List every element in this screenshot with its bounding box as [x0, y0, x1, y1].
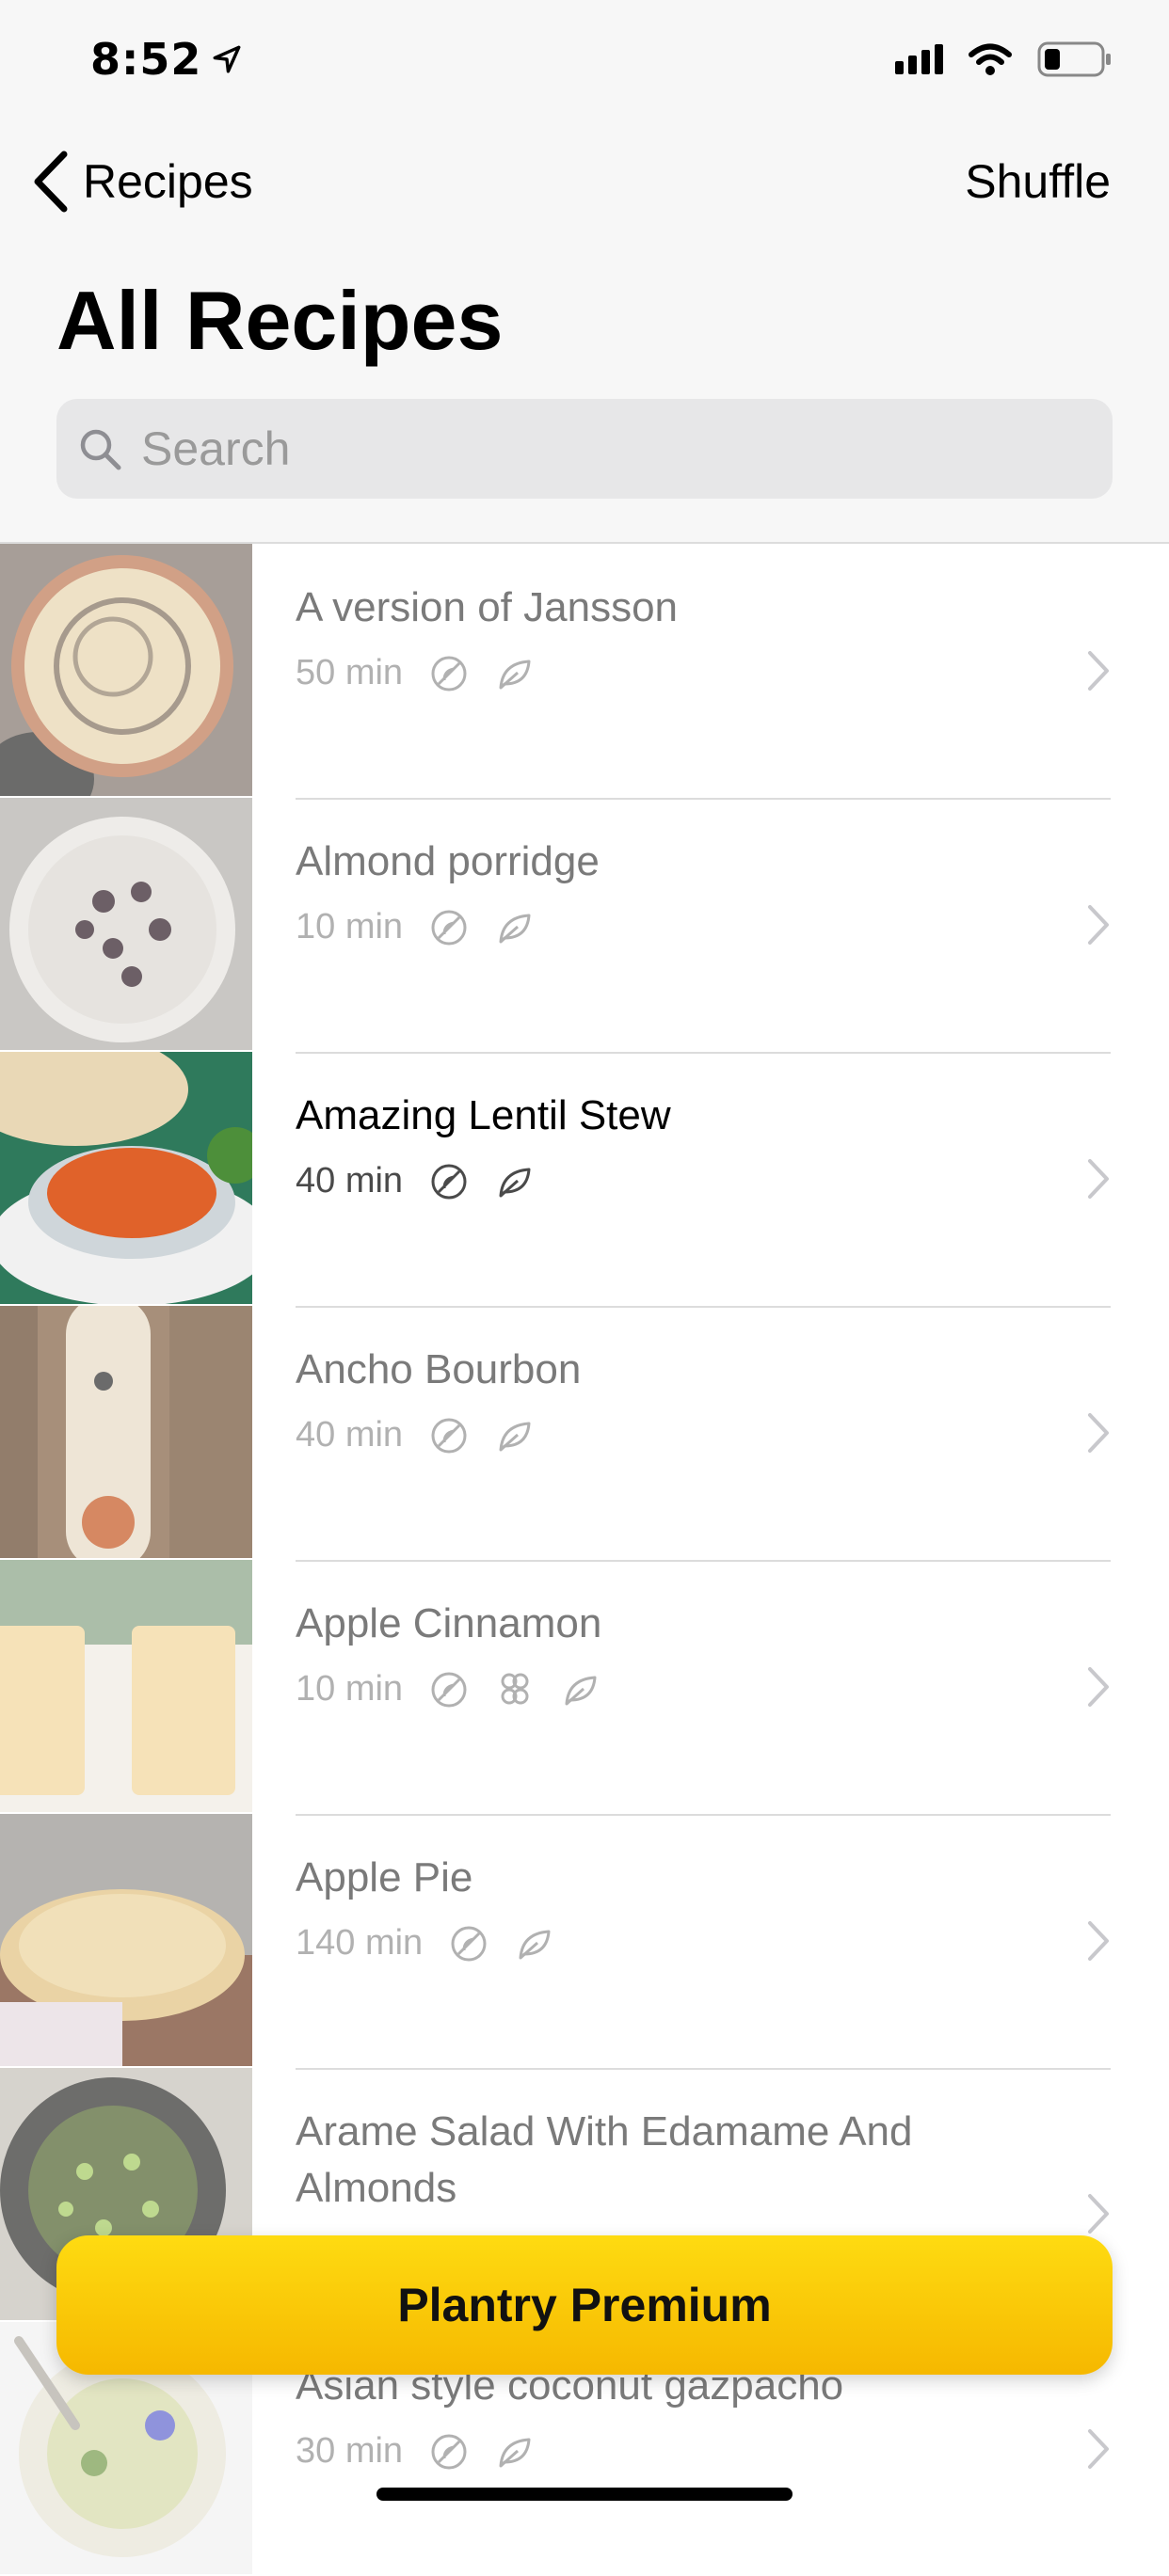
vegan-leaf-icon — [499, 2438, 531, 2467]
recipe-time: 140 min — [296, 1923, 424, 1963]
recipe-title: Apple Cinnamon — [296, 1600, 602, 1646]
vegan-leaf-icon — [519, 1930, 551, 1959]
recipe-row-body: Apple Cinnamon 10 min — [296, 1560, 1111, 1816]
status-icons — [895, 41, 1113, 77]
chevron-right-icon — [1088, 905, 1109, 945]
recipe-row[interactable]: Amazing Lentil Stew 40 min — [0, 1052, 1169, 1308]
chevron-left-icon — [34, 151, 68, 213]
recipe-meta: 140 min — [296, 1923, 554, 1964]
recipe-row[interactable]: A version of Jansson 50 min — [0, 544, 1169, 800]
recipe-row-body: Amazing Lentil Stew 40 min — [296, 1052, 1111, 1308]
recipe-meta: 40 min — [296, 1161, 535, 1201]
gluten-free-icon — [451, 1926, 487, 1961]
vegan-leaf-icon — [499, 1168, 531, 1197]
signal-icon — [895, 44, 943, 74]
gluten-free-icon — [431, 656, 467, 691]
search-bar[interactable] — [56, 399, 1113, 499]
wifi-icon — [968, 42, 1013, 76]
vegan-leaf-icon — [565, 1676, 597, 1705]
home-indicator[interactable] — [376, 2488, 793, 2501]
recipe-thumbnail — [0, 1306, 252, 1558]
vegan-leaf-icon — [499, 660, 531, 689]
recipe-title: Ancho Bourbon — [296, 1346, 582, 1392]
vegan-leaf-icon — [499, 1422, 531, 1451]
chevron-right-icon — [1088, 1921, 1109, 1961]
recipe-row-body: A version of Jansson 50 min — [296, 544, 1111, 800]
status-time-text: 8:52 — [90, 34, 202, 85]
gluten-free-icon — [431, 2434, 467, 2469]
recipe-thumbnail — [0, 1814, 252, 2066]
back-button[interactable]: Recipes — [32, 151, 253, 213]
recipe-meta: 10 min — [296, 907, 535, 947]
recipe-title: Apple Pie — [296, 1854, 473, 1900]
gluten-free-icon — [431, 910, 467, 945]
recipe-meta: 10 min — [296, 1669, 601, 1709]
recipe-time: 40 min — [296, 1415, 404, 1455]
recipe-meta: 50 min — [296, 653, 535, 693]
plantry-premium-button[interactable]: Plantry Premium — [56, 2235, 1113, 2375]
chevron-right-icon — [1088, 1159, 1109, 1199]
recipe-title: A version of Jansson — [296, 584, 679, 630]
chevron-right-icon — [1088, 2429, 1109, 2469]
chevron-right-icon — [1088, 1413, 1109, 1453]
recipe-time: 50 min — [296, 653, 404, 692]
recipe-time: 40 min — [296, 1161, 404, 1201]
recipe-title: Arame Salad With Edamame And Almonds — [296, 2108, 913, 2211]
recipe-meta: 30 min — [296, 2431, 535, 2472]
recipe-row[interactable]: Apple Pie 140 min — [0, 1814, 1169, 2070]
recipe-time: 30 min — [296, 2431, 404, 2471]
recipe-title: Amazing Lentil Stew — [296, 1092, 671, 1138]
recipe-thumbnail — [0, 798, 252, 1050]
recipe-row-body: Ancho Bourbon 40 min — [296, 1306, 1111, 1562]
header: 8:52 Recipes Shuffle All Recipes — [0, 0, 1169, 544]
search-input[interactable] — [139, 421, 1065, 477]
gluten-free-icon — [431, 1418, 467, 1453]
recipe-row[interactable]: Apple Cinnamon 10 min — [0, 1560, 1169, 1816]
location-arrow-icon — [213, 45, 241, 73]
recipe-time: 10 min — [296, 907, 404, 946]
search-icon — [80, 429, 121, 470]
gluten-free-icon — [431, 1164, 467, 1199]
chevron-right-icon — [1088, 1667, 1109, 1707]
chevron-right-icon — [1088, 651, 1109, 691]
recipe-time: 10 min — [296, 1669, 404, 1709]
shuffle-button[interactable]: Shuffle — [965, 154, 1111, 209]
nut-icon — [501, 1673, 529, 1704]
recipe-thumbnail — [0, 1560, 252, 1812]
recipe-thumbnail — [0, 1052, 252, 1304]
recipe-row-body: Apple Pie 140 min — [296, 1814, 1111, 2070]
recipe-title: Almond porridge — [296, 838, 600, 884]
recipe-thumbnail — [0, 544, 252, 796]
chevron-right-icon — [1088, 2194, 1109, 2234]
page-title: All Recipes — [56, 274, 504, 367]
recipe-meta: 40 min — [296, 1415, 535, 1455]
vegan-leaf-icon — [499, 914, 531, 943]
plantry-premium-label: Plantry Premium — [397, 2279, 772, 2331]
battery-icon — [1037, 41, 1113, 77]
status-time: 8:52 — [90, 34, 243, 85]
gluten-free-icon — [431, 1672, 467, 1707]
recipe-row[interactable]: Ancho Bourbon 40 min — [0, 1306, 1169, 1562]
recipe-row-body: Almond porridge 10 min — [296, 798, 1111, 1054]
back-button-label: Recipes — [83, 155, 253, 208]
recipe-row[interactable]: Almond porridge 10 min — [0, 798, 1169, 1054]
